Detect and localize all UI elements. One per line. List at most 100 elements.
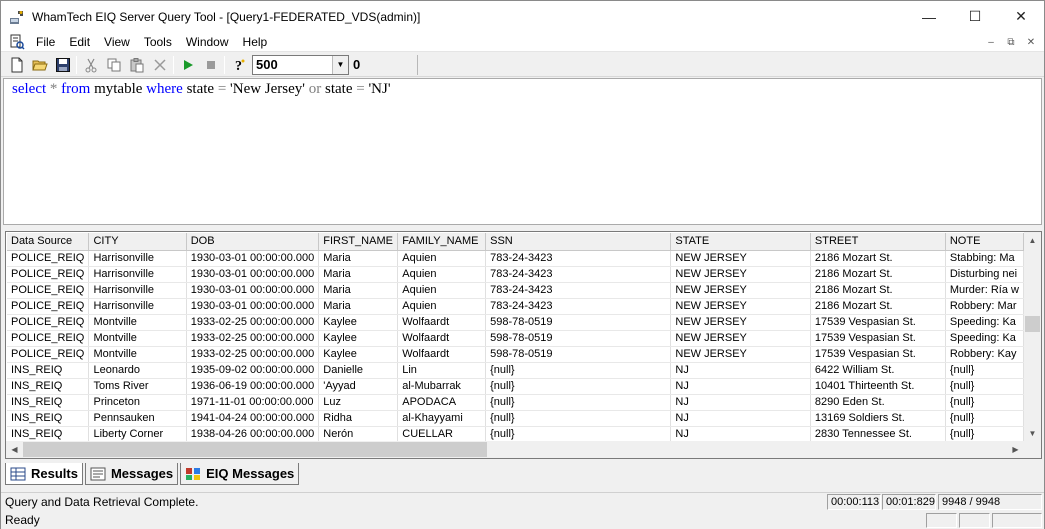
table-cell[interactable]: CUELLAR — [397, 426, 487, 442]
table-cell[interactable]: Wolfaardt — [397, 314, 487, 331]
table-cell[interactable]: 17539 Vespasian St. — [810, 330, 946, 347]
table-cell[interactable]: 783-24-3423 — [485, 266, 672, 283]
table-cell[interactable]: {null} — [485, 394, 672, 411]
new-query-button[interactable] — [5, 54, 28, 76]
table-cell[interactable]: POLICE_REIQ — [7, 330, 90, 347]
horizontal-scroll-thumb[interactable] — [23, 442, 487, 457]
table-cell[interactable]: 8290 Eden St. — [810, 394, 946, 411]
open-button[interactable] — [28, 54, 51, 76]
table-cell[interactable]: POLICE_REIQ — [7, 266, 90, 283]
save-button[interactable] — [51, 54, 74, 76]
tab-messages[interactable]: Messages — [84, 463, 179, 485]
table-cell[interactable]: al-Khayyami — [397, 410, 487, 427]
table-cell[interactable]: Lin — [397, 362, 487, 379]
menu-view[interactable]: View — [97, 32, 137, 52]
table-cell[interactable]: INS_REIQ — [7, 426, 90, 442]
table-cell[interactable]: 17539 Vespasian St. — [810, 314, 946, 331]
table-row[interactable]: INS_REIQ Toms River 1936-06-19 00:00:00.00… — [7, 378, 1024, 395]
table-cell[interactable]: Maria — [318, 282, 399, 299]
table-cell[interactable]: {null} — [485, 410, 672, 427]
table-cell[interactable]: 1938-04-26 00:00:00.000 — [186, 426, 320, 442]
column-header[interactable]: DOB — [186, 233, 320, 251]
table-cell[interactable]: Stabbing: Ma — [945, 250, 1024, 267]
vertical-scrollbar[interactable]: ▲ ▼ — [1024, 232, 1041, 442]
table-row[interactable]: POLICE_REIQ Harrisonville 1930-03-01 00:00… — [7, 250, 1024, 267]
table-cell[interactable]: Harrisonville — [88, 298, 187, 315]
maximize-button[interactable]: ☐ — [952, 1, 998, 32]
table-cell[interactable]: Nerón — [318, 426, 399, 442]
table-cell[interactable]: INS_REIQ — [7, 410, 90, 427]
menu-file[interactable]: File — [29, 32, 62, 52]
table-cell[interactable]: 17539 Vespasian St. — [810, 346, 946, 363]
table-cell[interactable]: 598-78-0519 — [485, 330, 672, 347]
menu-edit[interactable]: Edit — [62, 32, 97, 52]
column-header[interactable]: Data Source — [7, 233, 90, 251]
table-cell[interactable]: POLICE_REIQ — [7, 298, 90, 315]
table-cell[interactable]: NEW JERSEY — [670, 346, 811, 363]
table-cell[interactable]: POLICE_REIQ — [7, 346, 90, 363]
table-cell[interactable]: Kaylee — [318, 346, 399, 363]
table-cell[interactable]: 1941-04-24 00:00:00.000 — [186, 410, 320, 427]
table-cell[interactable]: {null} — [945, 394, 1024, 411]
column-header[interactable]: STREET — [810, 233, 946, 251]
table-cell[interactable]: 13169 Soldiers St. — [810, 410, 946, 427]
table-cell[interactable]: 'Ayyad — [318, 378, 399, 395]
table-cell[interactable]: Montville — [88, 330, 187, 347]
table-cell[interactable]: Kaylee — [318, 314, 399, 331]
table-cell[interactable]: Harrisonville — [88, 282, 187, 299]
scroll-up-arrow-icon[interactable]: ▲ — [1024, 232, 1041, 249]
table-cell[interactable]: INS_REIQ — [7, 378, 90, 395]
column-header[interactable]: STATE — [670, 233, 811, 251]
table-cell[interactable]: APODACA — [397, 394, 487, 411]
paste-button[interactable] — [125, 54, 148, 76]
table-cell[interactable]: 783-24-3423 — [485, 282, 672, 299]
table-row[interactable]: POLICE_REIQ Montville 1933-02-25 00:00:00.… — [7, 330, 1024, 347]
table-cell[interactable]: Ridha — [318, 410, 399, 427]
table-cell[interactable]: Robbery: Mar — [945, 298, 1024, 315]
table-row[interactable]: INS_REIQ Leonardo 1935-09-02 00:00:00.000 D… — [7, 362, 1024, 379]
table-cell[interactable]: 1971-11-01 00:00:00.000 — [186, 394, 320, 411]
tab-results[interactable]: Results — [5, 463, 83, 485]
table-cell[interactable]: 598-78-0519 — [485, 314, 672, 331]
table-cell[interactable]: Montville — [88, 314, 187, 331]
table-cell[interactable]: 1930-03-01 00:00:00.000 — [186, 250, 320, 267]
table-cell[interactable]: INS_REIQ — [7, 394, 90, 411]
horizontal-scrollbar[interactable]: ◀ ▶ — [6, 441, 1024, 458]
table-cell[interactable]: Murder: Ría w — [945, 282, 1024, 299]
table-cell[interactable]: Aquien — [397, 282, 487, 299]
table-cell[interactable]: NJ — [670, 394, 811, 411]
close-button[interactable]: ✕ — [998, 1, 1044, 32]
table-cell[interactable]: Leonardo — [88, 362, 187, 379]
table-cell[interactable]: Speeding: Ka — [945, 314, 1024, 331]
table-cell[interactable]: 2830 Tennessee St. — [810, 426, 946, 442]
table-cell[interactable]: Toms River — [88, 378, 187, 395]
table-cell[interactable]: POLICE_REIQ — [7, 250, 90, 267]
menu-tools[interactable]: Tools — [137, 32, 179, 52]
table-cell[interactable]: 1930-03-01 00:00:00.000 — [186, 298, 320, 315]
scroll-right-arrow-icon[interactable]: ▶ — [1007, 441, 1024, 458]
cut-button[interactable] — [79, 54, 102, 76]
table-cell[interactable]: 783-24-3423 — [485, 298, 672, 315]
table-cell[interactable]: NEW JERSEY — [670, 314, 811, 331]
table-cell[interactable]: {null} — [945, 410, 1024, 427]
table-cell[interactable]: NJ — [670, 426, 811, 442]
tab-eiq-messages[interactable]: EIQ Messages — [180, 463, 300, 485]
table-row[interactable]: INS_REIQ Princeton 1971-11-01 00:00:00.000… — [7, 394, 1024, 411]
table-cell[interactable]: POLICE_REIQ — [7, 282, 90, 299]
column-header[interactable]: SSN — [485, 233, 672, 251]
query-text[interactable]: select * from mytable where state = 'New… — [12, 81, 391, 97]
column-header[interactable]: FAMILY_NAME — [397, 233, 487, 251]
table-cell[interactable]: Maria — [318, 298, 399, 315]
table-cell[interactable]: 1936-06-19 00:00:00.000 — [186, 378, 320, 395]
table-cell[interactable]: Harrisonville — [88, 266, 187, 283]
table-cell[interactable]: {null} — [485, 426, 672, 442]
table-cell[interactable]: NEW JERSEY — [670, 266, 811, 283]
column-header[interactable]: CITY — [88, 233, 187, 251]
menu-window[interactable]: Window — [179, 32, 236, 52]
column-header[interactable]: NOTE — [945, 233, 1024, 251]
execute-button[interactable] — [176, 54, 199, 76]
table-cell[interactable]: NEW JERSEY — [670, 282, 811, 299]
table-cell[interactable]: {null} — [945, 426, 1024, 442]
table-cell[interactable]: 6422 William St. — [810, 362, 946, 379]
table-cell[interactable]: {null} — [485, 362, 672, 379]
